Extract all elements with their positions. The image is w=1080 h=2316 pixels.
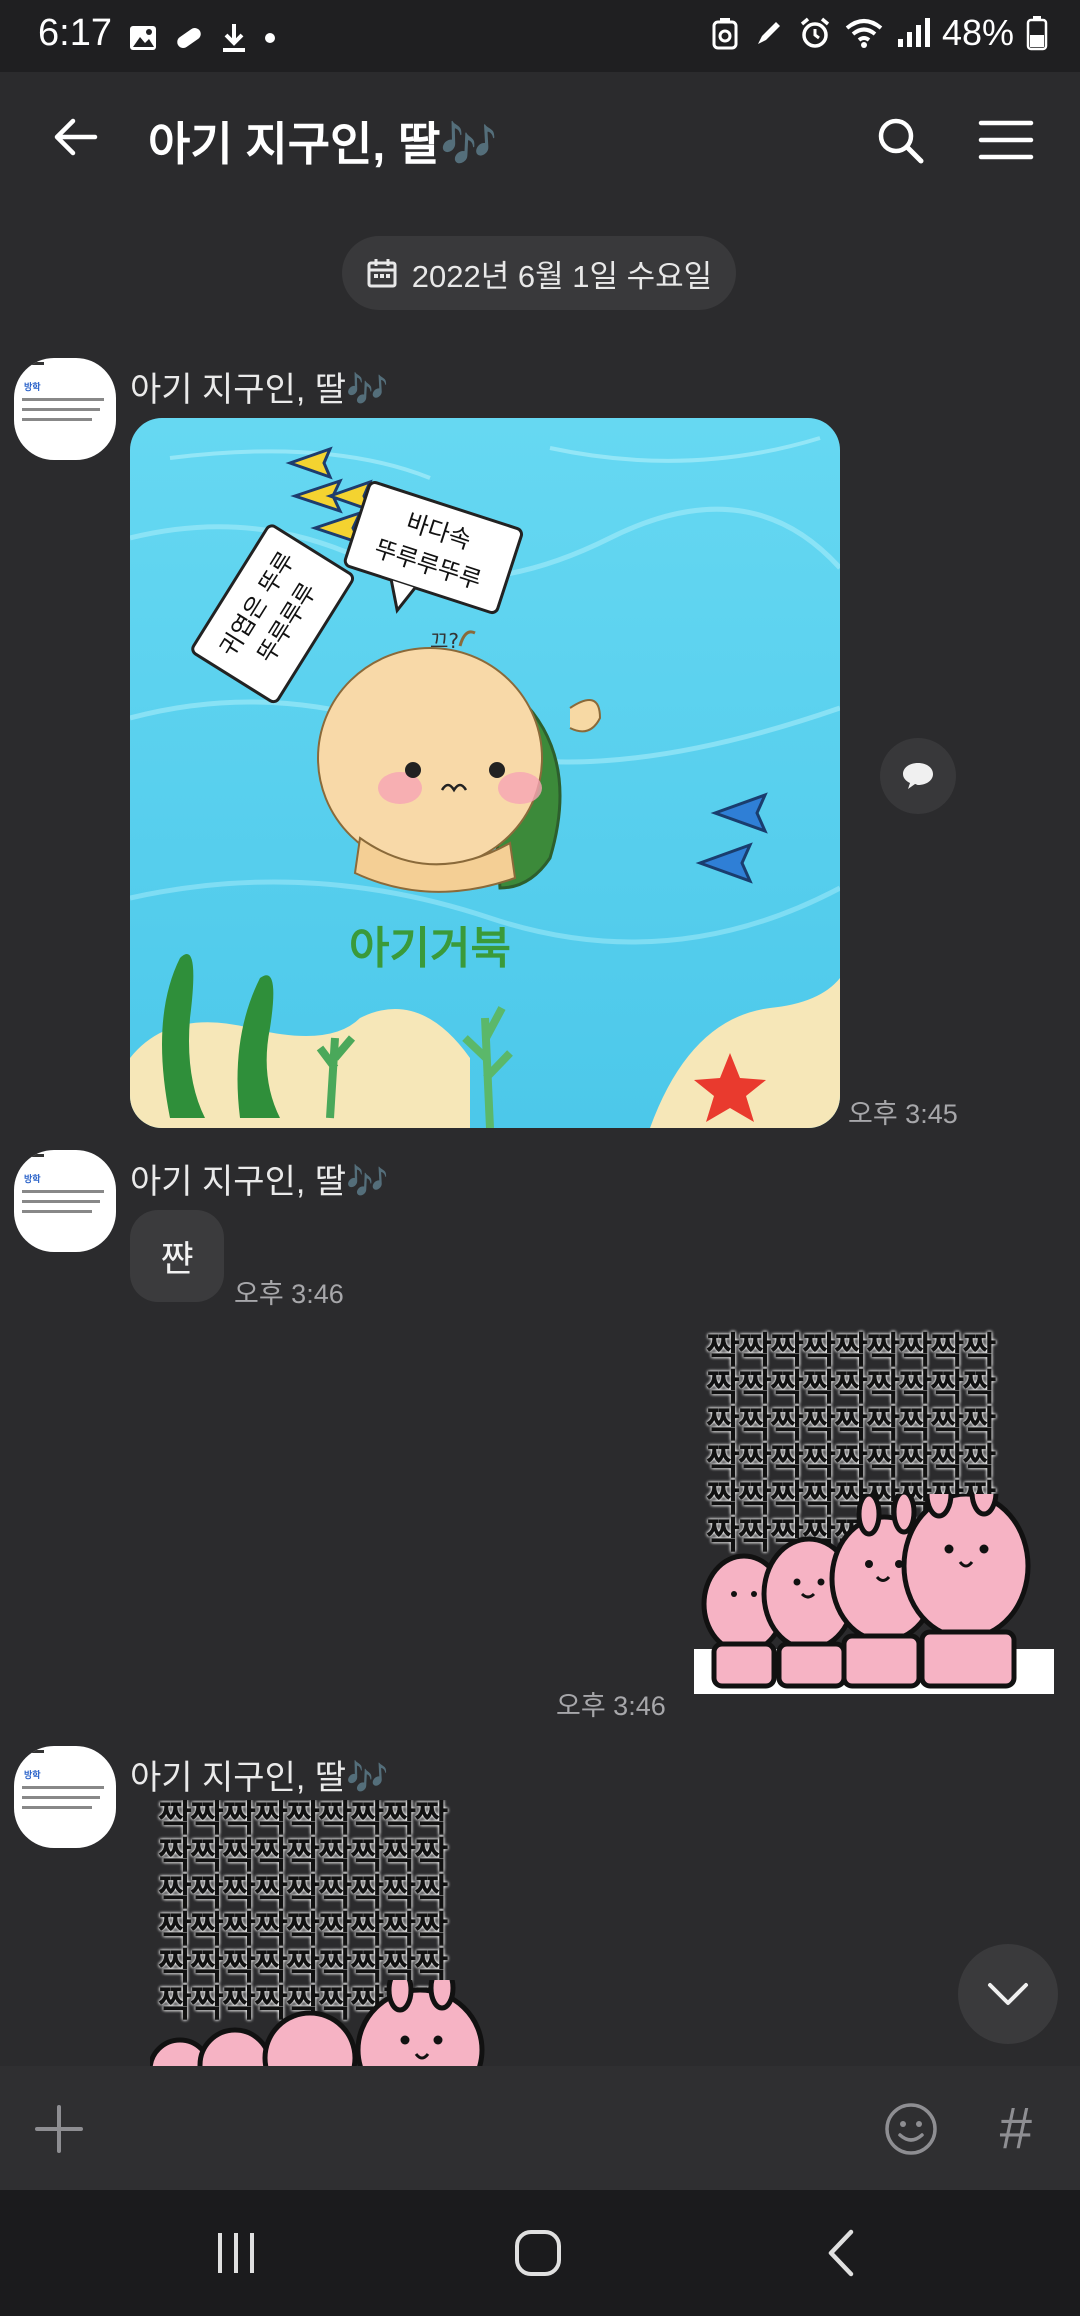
pink-bunnies xyxy=(150,1980,485,2066)
message-time: 오후 3:46 xyxy=(234,1279,344,1309)
shared-image[interactable]: 바다속 뚜루루뚜루 귀엽은 뚜루 뚜루루루 끄? 아기거북 xyxy=(130,418,840,1128)
add-attachment-button[interactable] xyxy=(26,2096,92,2162)
wifi-icon xyxy=(845,19,883,48)
message-bubble[interactable]: 쨘 xyxy=(130,1210,224,1302)
avatar[interactable]: 방학 xyxy=(14,358,116,460)
notification-icons xyxy=(128,18,278,58)
battery-percent: 48% xyxy=(941,12,1014,53)
scroll-to-bottom-button[interactable] xyxy=(958,1944,1058,2044)
message-time: 오후 3:46 xyxy=(556,1691,666,1721)
chat-title: 아기 지구인, 딸🎶 xyxy=(148,108,498,174)
emoji-button[interactable] xyxy=(876,2094,946,2164)
recycle-icon xyxy=(712,18,738,50)
message-input-bar: # xyxy=(0,2066,1080,2190)
baby-turtle-illustration: 바다속 뚜루루뚜루 귀엽은 뚜루 뚜루루루 끄? 아기거북 xyxy=(130,418,840,1128)
gallery-icon xyxy=(130,26,156,50)
hamburger-menu-icon xyxy=(978,120,1034,160)
home-icon xyxy=(515,2230,561,2276)
sender-name: 아기 지구인, 딸🎶 xyxy=(130,371,389,409)
date-separator: 2022년 6월 1일 수요일 xyxy=(342,236,736,310)
pill-icon xyxy=(177,27,201,49)
chat-header: 아기 지구인, 딸🎶 xyxy=(0,72,1080,208)
home-button[interactable] xyxy=(498,2220,578,2286)
search-icon xyxy=(878,118,924,164)
hashtag-button[interactable]: # xyxy=(980,2090,1050,2166)
message-input[interactable] xyxy=(110,2088,850,2168)
pink-bunnies xyxy=(694,1494,1054,1694)
back-arrow-icon xyxy=(54,118,98,156)
sticker-text-row: 짝짝짝짝짝짝짝짝짝 xyxy=(158,1872,448,1913)
chevron-down-icon xyxy=(988,1983,1028,2005)
nav-back-button[interactable] xyxy=(800,2220,880,2286)
sticker-text-row: 짝짝짝짝짝짝짝짝짝 xyxy=(706,1367,996,1408)
menu-button[interactable] xyxy=(968,102,1044,178)
sender-name: 아기 지구인, 딸🎶 xyxy=(130,1163,389,1201)
nav-back-icon xyxy=(828,2229,854,2277)
pen-icon xyxy=(757,22,780,44)
recent-apps-icon xyxy=(218,2233,254,2273)
status-bar: 6:17 48% xyxy=(0,0,1080,72)
dot-icon xyxy=(265,33,275,43)
message-time: 오후 3:45 xyxy=(848,1099,958,1129)
sticker-text-row: 짝짝짝짝짝짝짝짝짝 xyxy=(158,1909,448,1950)
sticker-text-row: 짝짝짝짝짝짝짝짝짝 xyxy=(158,1800,448,1839)
sticker-incoming[interactable]: 짝짝짝짝짝짝짝짝짝 짝짝짝짝짝짝짝짝짝 짝짝짝짝짝짝짝짝짝 짝짝짝짝짝짝짝짝짝 짝짝짝짝… xyxy=(150,1800,510,2066)
back-button[interactable] xyxy=(40,102,110,172)
message-text: 쨘 xyxy=(160,1238,194,1279)
search-button[interactable] xyxy=(862,102,938,178)
system-navigation-bar xyxy=(0,2190,1080,2316)
signal-icon xyxy=(897,18,930,47)
avatar[interactable]: 방학 xyxy=(14,1150,116,1252)
hash-icon: # xyxy=(998,2095,1032,2161)
sticker-text-row: 짝짝짝짝짝짝짝짝짝 xyxy=(158,1835,448,1876)
sticker-text-row: 짝짝짝짝짝짝짝짝짝 xyxy=(706,1330,996,1371)
comment-button[interactable] xyxy=(880,738,956,814)
sticker-text-row: 짝짝짝짝짝짝짝짝짝 xyxy=(706,1441,996,1482)
calendar-icon xyxy=(367,259,397,288)
sender-name: 아기 지구인, 딸🎶 xyxy=(130,1759,389,1797)
recent-apps-button[interactable] xyxy=(196,2220,276,2286)
sticker-outgoing[interactable]: 짝짝짝짝짝짝짝짝짝 짝짝짝짝짝짝짝짝짝 짝짝짝짝짝짝짝짝짝 짝짝짝짝짝짝짝짝짝 짝짝짝짝… xyxy=(694,1324,1054,1696)
date-label: 2022년 6월 1일 수요일 xyxy=(411,258,713,294)
music-notes-emoji: 🎶 xyxy=(440,118,498,170)
system-status: 48% xyxy=(710,12,1048,54)
sticker-text-row: 짝짝짝짝짝짝짝짝짝 xyxy=(706,1404,996,1445)
plus-icon xyxy=(35,2105,83,2153)
battery-icon xyxy=(1026,16,1048,51)
speech-bubble-icon xyxy=(903,763,933,789)
smile-icon xyxy=(885,2103,937,2155)
alarm-icon xyxy=(800,17,830,48)
status-time: 6:17 xyxy=(38,12,112,54)
svg-text:아기거북: 아기거북 xyxy=(349,923,511,974)
download-icon xyxy=(223,24,245,52)
avatar[interactable]: 방학 xyxy=(14,1746,116,1848)
chat-title-text: 아기 지구인, 딸 xyxy=(148,118,441,170)
